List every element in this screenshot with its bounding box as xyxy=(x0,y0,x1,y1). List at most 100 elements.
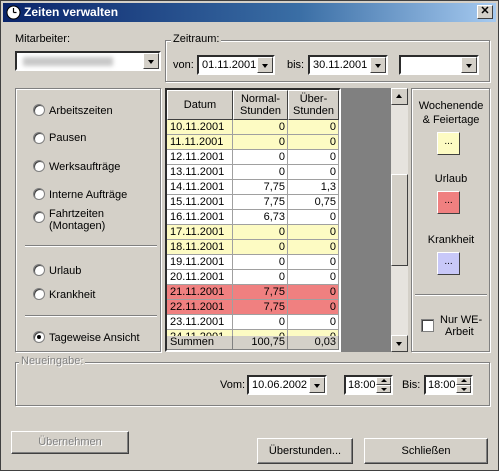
column-header-ueber[interactable]: Über- Stunden xyxy=(288,90,339,120)
table-cell-normal: 0 xyxy=(233,120,288,135)
chevron-down-icon[interactable] xyxy=(370,57,386,73)
table-row[interactable]: 21.11.2001 7,75 0 xyxy=(167,285,339,300)
chevron-down-icon[interactable] xyxy=(143,53,159,69)
spin-down-icon[interactable] xyxy=(456,385,471,393)
krankheit-label[interactable]: Krankheit xyxy=(49,289,95,301)
table-row[interactable]: 19.11.2001 0 0 xyxy=(167,255,339,270)
uebernehmen-button[interactable]: Übernehmen xyxy=(11,431,129,454)
krankheit-color-button[interactable]: ... xyxy=(437,252,460,275)
urlaub-color-button[interactable]: ... xyxy=(437,191,460,214)
fahrtzeiten-sublabel[interactable]: (Montagen) xyxy=(49,220,105,232)
radio-tageweise-ansicht[interactable] xyxy=(33,331,45,343)
start-time-spinner[interactable] xyxy=(376,377,391,393)
schliessen-button-label: Schließen xyxy=(401,445,451,457)
mitarbeiter-select[interactable] xyxy=(15,51,161,71)
table-cell-ueber: 0 xyxy=(288,165,339,180)
table-cell-ueber: 0 xyxy=(288,210,339,225)
vertical-scrollbar[interactable] xyxy=(391,88,408,352)
chevron-down-icon[interactable] xyxy=(461,57,477,73)
column-header-normal[interactable]: Normal- Stunden xyxy=(233,90,288,120)
table-row[interactable]: 15.11.2001 7,75 0,75 xyxy=(167,195,339,210)
nur-we-label[interactable]: Nur WE- xyxy=(440,314,482,326)
radio-pausen[interactable] xyxy=(33,132,45,144)
interne-auftraege-label[interactable]: Interne Aufträge xyxy=(49,189,127,201)
von-date-value: 01.11.2001 xyxy=(202,59,257,71)
table-cell-normal: 7,75 xyxy=(233,180,288,195)
table-cell-datum: 10.11.2001 xyxy=(167,120,233,135)
mitarbeiter-label: Mitarbeiter: xyxy=(15,33,71,45)
vom-date-value: 10.06.2002 xyxy=(252,379,308,391)
table-row[interactable]: 17.11.2001 0 0 xyxy=(167,225,339,240)
end-time-input[interactable]: 18:00 xyxy=(424,375,473,395)
radio-werksauftraege[interactable] xyxy=(33,160,45,172)
table-cell-normal: 0 xyxy=(233,270,288,285)
table-row[interactable]: 13.11.2001 0 0 xyxy=(167,165,339,180)
summen-label: Summen xyxy=(167,336,233,350)
column-header-normal-text: Normal- xyxy=(240,93,281,105)
chevron-down-icon[interactable] xyxy=(257,57,273,73)
radio-krankheit[interactable] xyxy=(33,288,45,300)
table-cell-datum: 21.11.2001 xyxy=(167,285,233,300)
zeitraum-label: Zeitraum: xyxy=(171,33,222,45)
scroll-down-icon[interactable] xyxy=(391,335,408,352)
werksauftraege-label[interactable]: Werksaufträge xyxy=(49,161,120,173)
radio-fahrtzeiten[interactable] xyxy=(33,211,45,223)
arbeitszeiten-label[interactable]: Arbeitszeiten xyxy=(49,105,113,117)
table-cell-datum: 11.11.2001 xyxy=(167,135,233,150)
chevron-down-icon[interactable] xyxy=(309,377,325,393)
legend-wochenende-label: Wochenende xyxy=(418,100,484,112)
spin-up-icon[interactable] xyxy=(456,377,471,385)
table-cell-normal: 0 xyxy=(233,225,288,240)
table-row[interactable]: 20.11.2001 0 0 xyxy=(167,270,339,285)
close-button[interactable]: ✕ xyxy=(477,5,493,19)
radio-arbeitszeiten[interactable] xyxy=(33,104,45,116)
divider xyxy=(25,315,157,317)
table-row[interactable]: 18.11.2001 0 0 xyxy=(167,240,339,255)
table-cell-datum: 16.11.2001 xyxy=(167,210,233,225)
end-time-spinner[interactable] xyxy=(456,377,471,393)
table-row[interactable]: 12.11.2001 0 0 xyxy=(167,150,339,165)
urlaub-label[interactable]: Urlaub xyxy=(49,265,81,277)
table-cell-datum: 12.11.2001 xyxy=(167,150,233,165)
vom-label: Vom: xyxy=(220,379,246,391)
schliessen-button[interactable]: Schließen xyxy=(364,438,488,464)
legend-wochenende-sublabel: & Feiertage xyxy=(422,114,480,126)
vom-date-select[interactable]: 10.06.2002 xyxy=(247,375,327,395)
hours-table[interactable]: Datum Normal- Stunden Über- Stunden 10.11.… xyxy=(165,88,341,352)
table-row[interactable]: 10.11.2001 0 0 xyxy=(167,120,339,135)
wochenende-color-button[interactable]: ... xyxy=(437,132,460,155)
spin-down-icon[interactable] xyxy=(376,385,391,393)
window: Zeiten verwalten ✕ Mitarbeiter: Zeitraum… xyxy=(0,0,499,471)
extra-select[interactable] xyxy=(399,55,479,75)
column-header-datum[interactable]: Datum xyxy=(167,90,233,120)
table-cell-ueber: 0 xyxy=(288,315,339,330)
radio-interne-auftraege[interactable] xyxy=(33,188,45,200)
nur-we-sublabel[interactable]: Arbeit xyxy=(445,326,474,338)
von-date-select[interactable]: 01.11.2001 xyxy=(197,55,275,75)
start-time-input[interactable]: 18:00 xyxy=(344,375,393,395)
fahrtzeiten-label[interactable]: Fahrtzeiten xyxy=(49,208,104,220)
ueberstunden-button[interactable]: Überstunden... xyxy=(257,438,353,464)
ueberstunden-button-label: Überstunden... xyxy=(268,445,342,457)
pausen-label[interactable]: Pausen xyxy=(49,132,86,144)
scroll-thumb[interactable] xyxy=(391,174,408,266)
table-header: Datum Normal- Stunden Über- Stunden xyxy=(167,90,339,120)
table-empty-area xyxy=(341,88,391,352)
start-time-value: 18:00 xyxy=(348,379,376,391)
table-row[interactable]: 23.11.2001 0 0 xyxy=(167,315,339,330)
spin-up-icon[interactable] xyxy=(376,377,391,385)
table-row[interactable]: 14.11.2001 7,75 1,3 xyxy=(167,180,339,195)
table-row[interactable]: 11.11.2001 0 0 xyxy=(167,135,339,150)
bis-date-select[interactable]: 30.11.2001 xyxy=(308,55,388,75)
table-cell-datum: 23.11.2001 xyxy=(167,315,233,330)
radio-urlaub[interactable] xyxy=(33,264,45,276)
scroll-up-icon[interactable] xyxy=(391,88,408,105)
table-cell-ueber: 0 xyxy=(288,240,339,255)
table-row[interactable]: 16.11.2001 6,73 0 xyxy=(167,210,339,225)
table-cell-ueber: 1,3 xyxy=(288,180,339,195)
table-cell-ueber: 0 xyxy=(288,225,339,240)
table-row[interactable]: 22.11.2001 7,75 0 xyxy=(167,300,339,315)
nur-we-arbeit-checkbox[interactable] xyxy=(421,319,434,332)
redacted-name xyxy=(23,57,113,66)
tageweise-ansicht-label[interactable]: Tageweise Ansicht xyxy=(49,332,140,344)
